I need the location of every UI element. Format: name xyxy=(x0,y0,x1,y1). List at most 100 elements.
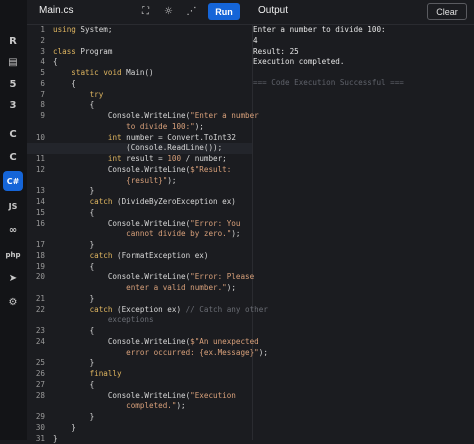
execution-status: === Code Execution Successful === xyxy=(253,78,474,89)
code-line[interactable]: completed."); xyxy=(27,401,252,412)
code-line[interactable]: {result}"); xyxy=(27,176,252,187)
code-line[interactable]: 6 { xyxy=(27,79,252,90)
code-editor[interactable]: 1using System;23class Program4{5 static … xyxy=(27,25,253,440)
database-icon[interactable]: ▤ xyxy=(3,52,23,72)
code-line[interactable]: 30 } xyxy=(27,423,252,434)
code-line[interactable]: 8 { xyxy=(27,100,252,111)
html5-icon[interactable]: 5 xyxy=(3,74,23,94)
code-line[interactable]: 21 } xyxy=(27,294,252,305)
code-line[interactable]: to divide 100:"); xyxy=(27,122,252,133)
code-line[interactable]: 24 Console.WriteLine($"An unexpected xyxy=(27,337,252,348)
line-number xyxy=(27,283,45,294)
line-number: 14 xyxy=(27,197,45,208)
code-line[interactable]: 3class Program xyxy=(27,47,252,58)
fullscreen-icon[interactable]: ⛶ xyxy=(137,3,154,20)
line-number: 8 xyxy=(27,100,45,111)
code-line[interactable]: 11 int result = 100 / number; xyxy=(27,154,252,165)
code-text: (Console.ReadLine()); xyxy=(45,143,222,154)
code-line[interactable]: 17 } xyxy=(27,240,252,251)
code-text: } xyxy=(45,186,94,197)
csharp-icon[interactable]: C# xyxy=(3,171,23,191)
code-text: finally xyxy=(45,369,122,380)
share-icon[interactable]: ⋰ xyxy=(183,3,200,20)
output-title: Output xyxy=(258,5,288,16)
line-number: 25 xyxy=(27,358,45,369)
code-line[interactable]: 15 { xyxy=(27,208,252,219)
code-text: to divide 100:"); xyxy=(45,122,204,133)
code-line[interactable]: 7 try xyxy=(27,90,252,101)
line-number: 13 xyxy=(27,186,45,197)
line-number: 9 xyxy=(27,111,45,122)
code-text: } xyxy=(45,423,76,434)
output-line: 4 xyxy=(253,36,474,47)
code-line[interactable]: 13 } xyxy=(27,186,252,197)
cpp-icon[interactable]: C xyxy=(3,147,23,167)
theme-toggle-icon[interactable]: ☼ xyxy=(160,3,177,20)
code-line[interactable]: 2 xyxy=(27,36,252,47)
code-line[interactable]: enter a valid number."); xyxy=(27,283,252,294)
output-line: Enter a number to divide 100: xyxy=(253,25,474,36)
code-line[interactable]: 14 catch (DivideByZeroException ex) xyxy=(27,197,252,208)
code-line[interactable]: exceptions xyxy=(27,315,252,326)
code-line[interactable]: 4{ xyxy=(27,57,252,68)
code-line[interactable]: 23 { xyxy=(27,326,252,337)
code-text: Console.WriteLine("Error: You xyxy=(45,219,240,230)
code-text: int number = Convert.ToInt32 xyxy=(45,133,236,144)
clear-button[interactable]: Clear xyxy=(427,3,467,20)
code-line[interactable]: 19 { xyxy=(27,262,252,273)
code-line[interactable]: 28 Console.WriteLine("Execution xyxy=(27,391,252,402)
code-line[interactable]: 18 catch (FormatException ex) xyxy=(27,251,252,262)
code-line[interactable]: 9 Console.WriteLine("Enter a number xyxy=(27,111,252,122)
line-number: 17 xyxy=(27,240,45,251)
code-text: { xyxy=(45,57,58,68)
code-text: } xyxy=(45,240,94,251)
code-line[interactable]: 1using System; xyxy=(27,25,252,36)
code-line[interactable]: 20 Console.WriteLine("Error: Please xyxy=(27,272,252,283)
code-text: } xyxy=(45,294,94,305)
line-number: 3 xyxy=(27,47,45,58)
code-line[interactable]: 31} xyxy=(27,434,252,444)
code-line[interactable]: 10 int number = Convert.ToInt32 xyxy=(27,133,252,144)
line-number: 19 xyxy=(27,262,45,273)
code-line[interactable]: (Console.ReadLine()); xyxy=(27,143,252,154)
code-line[interactable]: 12 Console.WriteLine($"Result: xyxy=(27,165,252,176)
run-button[interactable]: Run xyxy=(208,3,240,20)
code-text: error occurred: {ex.Message}"); xyxy=(45,348,268,359)
code-line[interactable]: 27 { xyxy=(27,380,252,391)
code-text: { xyxy=(45,326,94,337)
code-line[interactable]: 25 } xyxy=(27,358,252,369)
line-number xyxy=(27,122,45,133)
code-line[interactable]: 22 catch (Exception ex) // Catch any oth… xyxy=(27,305,252,316)
file-tab-main-cs[interactable]: Main.cs xyxy=(39,5,73,16)
code-line[interactable]: 16 Console.WriteLine("Error: You xyxy=(27,219,252,230)
rust-icon[interactable]: ⚙ xyxy=(3,292,23,312)
line-number: 30 xyxy=(27,423,45,434)
code-text: using System; xyxy=(45,25,112,36)
line-number: 12 xyxy=(27,165,45,176)
swift-icon[interactable]: ➤ xyxy=(3,268,23,288)
code-text: class Program xyxy=(45,47,112,58)
php-icon[interactable]: php xyxy=(3,245,23,265)
code-text: {result}"); xyxy=(45,176,176,187)
c-icon[interactable]: C xyxy=(3,124,23,144)
css3-icon[interactable]: 3 xyxy=(3,95,23,115)
code-text: { xyxy=(45,380,94,391)
line-number: 4 xyxy=(27,57,45,68)
line-number: 7 xyxy=(27,90,45,101)
line-number: 1 xyxy=(27,25,45,36)
code-text: Console.WriteLine("Error: Please xyxy=(45,272,254,283)
code-text: Console.WriteLine("Enter a number xyxy=(45,111,259,122)
go-icon[interactable]: ∞ xyxy=(3,220,23,240)
line-number xyxy=(27,348,45,359)
code-line[interactable]: 29 } xyxy=(27,412,252,423)
code-line[interactable]: 26 finally xyxy=(27,369,252,380)
code-line[interactable]: cannot divide by zero."); xyxy=(27,229,252,240)
code-text: { xyxy=(45,100,94,111)
code-line[interactable]: error occurred: {ex.Message}"); xyxy=(27,348,252,359)
js-icon[interactable]: JS xyxy=(3,196,23,216)
code-text: { xyxy=(45,79,76,90)
toolbar: Main.cs ⛶ ☼ ⋰ Run Output Clear xyxy=(27,0,474,25)
r-icon[interactable]: R xyxy=(3,31,23,51)
line-number: 26 xyxy=(27,369,45,380)
code-line[interactable]: 5 static void Main() xyxy=(27,68,252,79)
